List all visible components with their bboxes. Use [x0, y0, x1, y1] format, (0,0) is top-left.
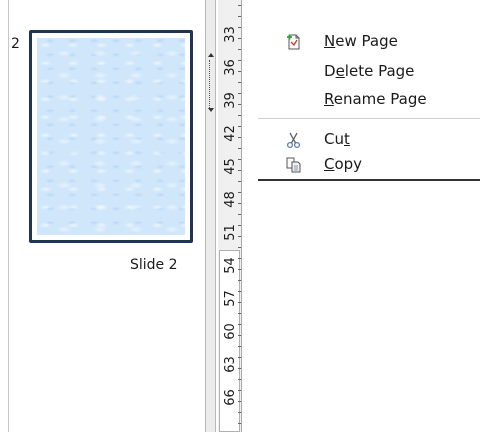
slide-thumbnail-background	[37, 38, 185, 235]
ruler-tick	[238, 379, 241, 380]
menu-item-copy[interactable]: Copy	[258, 151, 480, 179]
ruler-tick	[238, 423, 241, 424]
ruler-label: 54	[222, 256, 238, 274]
ruler-tick	[238, 401, 241, 402]
menu-item-label: New Page	[324, 32, 398, 50]
pane-border	[8, 0, 9, 432]
ruler-tick	[238, 258, 241, 259]
ruler-tick	[238, 203, 241, 204]
menu-item-rename-page[interactable]: Rename Page	[258, 86, 480, 114]
ruler-label: 66	[222, 388, 238, 406]
pane-splitter[interactable]	[205, 0, 216, 432]
ruler-tick	[238, 302, 241, 303]
ruler-tick	[238, 115, 241, 116]
ruler-label: 33	[222, 25, 238, 43]
ruler-tick	[238, 82, 241, 83]
ruler-tick	[238, 71, 241, 72]
ruler-label: 57	[222, 289, 238, 307]
ruler-label: 51	[222, 223, 238, 241]
scissors-icon	[286, 132, 301, 149]
slide-thumbnail[interactable]	[29, 30, 193, 243]
ruler-label: 42	[222, 124, 238, 142]
ruler-tick	[238, 346, 241, 347]
ruler-tick	[238, 280, 241, 281]
slide-name-label: Slide 2	[130, 257, 178, 273]
ruler-tick	[238, 291, 241, 292]
ruler-tick	[238, 126, 241, 127]
menu-item-label: Rename Page	[324, 90, 427, 108]
ruler-tick	[238, 27, 241, 28]
ruler-tick	[238, 137, 241, 138]
ruler-label: 63	[222, 355, 238, 373]
ruler-tick	[238, 49, 241, 50]
ruler-tick	[238, 170, 241, 171]
vertical-ruler[interactable]: 33 36 39 42 45 48 51 54 57 60 63 66	[218, 0, 242, 432]
ruler-tick	[238, 214, 241, 215]
ruler-label: 45	[222, 157, 238, 175]
ruler-tick	[238, 181, 241, 182]
menu-item-delete-page[interactable]: Delete Page	[258, 58, 480, 86]
slides-pane: 2 Slide 2	[0, 0, 205, 432]
ruler-tick	[238, 5, 241, 6]
ruler-tick	[238, 390, 241, 391]
splitter-arrow-down-icon	[208, 108, 214, 112]
menu-item-label: Delete Page	[324, 62, 415, 80]
ruler-label: 48	[222, 190, 238, 208]
ruler-label: 39	[222, 91, 238, 109]
ruler-tick	[238, 357, 241, 358]
ruler-tick	[238, 38, 241, 39]
copy-icon	[286, 157, 301, 173]
ruler-tick	[238, 93, 241, 94]
ruler-tick	[238, 269, 241, 270]
ruler-tick	[238, 313, 241, 314]
ruler-tick	[238, 104, 241, 105]
menu-item-new-page[interactable]: New Page	[258, 28, 480, 56]
menu-item-cut[interactable]: Cut	[258, 126, 480, 154]
ruler-tick	[238, 225, 241, 226]
menu-item-label: Cut	[324, 130, 350, 148]
ruler-tick	[238, 148, 241, 149]
splitter-grip-icon[interactable]	[209, 60, 213, 108]
ruler-tick	[238, 16, 241, 17]
ruler-tick	[238, 192, 241, 193]
new-page-icon	[287, 34, 300, 50]
ruler-tick	[238, 159, 241, 160]
ruler-tick	[238, 335, 241, 336]
menu-separator	[258, 118, 480, 119]
menu-item-label: Copy	[324, 155, 363, 173]
ruler-tick	[238, 412, 241, 413]
ruler-tick	[238, 247, 241, 248]
ruler-tick	[238, 324, 241, 325]
slide-number: 2	[11, 36, 20, 52]
ruler-tick	[238, 236, 241, 237]
splitter-arrow-up-icon	[208, 53, 214, 57]
ruler-label: 36	[222, 58, 238, 76]
ruler-tick	[238, 60, 241, 61]
context-menu: New Page Delete Page Rename Page Cut Cop…	[258, 0, 480, 181]
ruler-tick	[238, 368, 241, 369]
ruler-label: 60	[222, 322, 238, 340]
